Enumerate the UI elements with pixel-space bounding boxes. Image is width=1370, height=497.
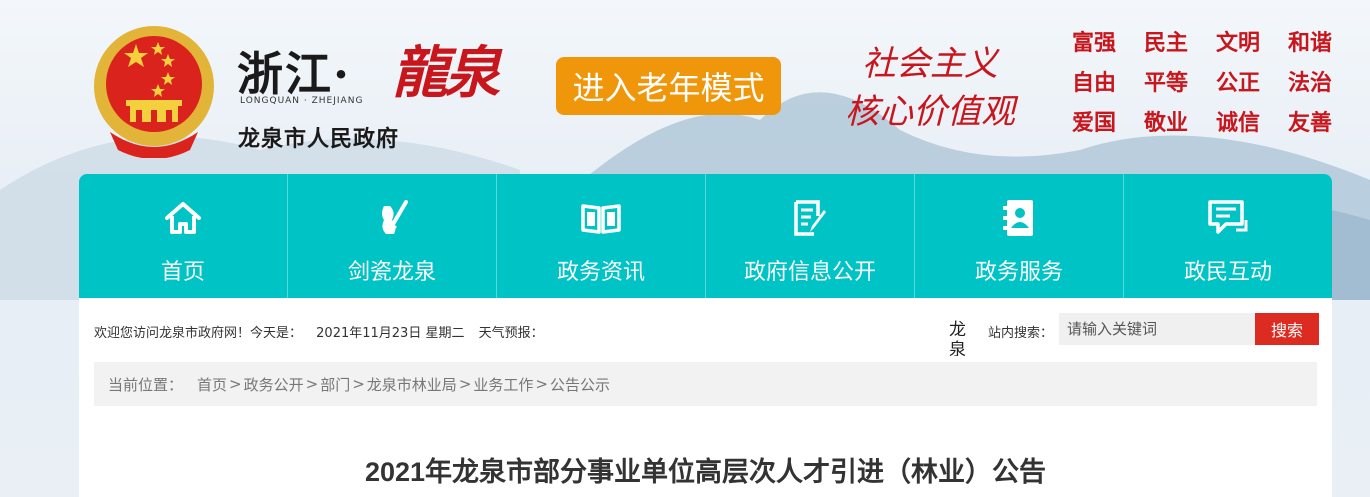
welcome-text: 欢迎您访问龙泉市政府网！今天是：: [94, 326, 303, 341]
slogan-line-2: 核心价值观: [845, 92, 1015, 132]
national-emblem-icon: [94, 26, 214, 158]
core-values-slogan: 社会主义 核心价值观: [835, 40, 1025, 136]
value-word: 自由: [1071, 71, 1116, 96]
breadcrumb-lead: 当前位置：: [108, 375, 184, 394]
nav-item-info-disclosure[interactable]: 政府信息公开: [706, 174, 915, 298]
current-date: 2021年11月23日 星期二: [316, 326, 465, 341]
value-word: 诚信: [1215, 111, 1260, 136]
breadcrumb-link-public[interactable]: 政务公开: [244, 374, 304, 395]
nav-item-sword-porcelain[interactable]: 剑瓷龙泉: [288, 174, 497, 298]
value-word: 公正: [1215, 71, 1260, 96]
value-word: 和谐: [1287, 31, 1332, 56]
breadcrumb-separator: >: [229, 375, 242, 393]
chat-icon: [1208, 200, 1248, 234]
home-icon: [165, 202, 201, 234]
value-word: 友善: [1287, 111, 1332, 136]
breadcrumb-link-notices[interactable]: 公告公示: [550, 374, 610, 395]
breadcrumb-link-department[interactable]: 部门: [320, 374, 350, 395]
value-word: 敬业: [1143, 111, 1188, 136]
nav-label: 首页: [160, 260, 205, 285]
breadcrumb-separator: >: [458, 375, 472, 393]
gov-name: 龙泉市人民政府: [238, 127, 400, 152]
nav-label: 政民互动: [1183, 260, 1272, 285]
breadcrumb-link-forestry[interactable]: 龙泉市林业局: [367, 374, 457, 395]
breadcrumb-separator: >: [535, 375, 548, 393]
breadcrumb: 当前位置： 首页 > 政务公开 > 部门 > 龙泉市林业局 > 业务工作 > 公…: [94, 362, 1317, 406]
breadcrumb-separator: >: [352, 375, 365, 393]
search-input[interactable]: [1059, 313, 1255, 345]
value-word: 民主: [1143, 31, 1188, 56]
nav-label: 剑瓷龙泉: [347, 260, 436, 285]
breadcrumb-link-home[interactable]: 首页: [197, 374, 227, 395]
document-edit-icon: [794, 200, 826, 236]
contact-card-icon: [1003, 200, 1033, 236]
content-area: 欢迎您访问龙泉市政府网！今天是： 2021年11月23日 星期二 天气预报： 龙…: [79, 298, 1332, 497]
brand-calligraphy: 龍泉: [392, 40, 500, 106]
search-label: 站内搜索：: [988, 326, 1054, 341]
nav-label: 政府信息公开: [743, 260, 876, 285]
breadcrumb-link-business[interactable]: 业务工作: [473, 374, 533, 395]
breadcrumb-separator: >: [305, 375, 319, 393]
slogan-line-1: 社会主义: [862, 44, 998, 84]
nav-item-interaction[interactable]: 政民互动: [1124, 174, 1332, 298]
nav-item-services[interactable]: 政务服务: [915, 174, 1124, 298]
core-values-grid: 富强 民主 文明 和谐 自由 平等 公正 法治 爱国 敬业 诚信 友善: [1058, 30, 1346, 138]
main-nav: 首页 剑瓷龙泉 政务资讯 政府信息公开 政务服务 政民互动: [79, 174, 1332, 298]
brand-title: 浙江·: [237, 47, 352, 101]
elder-mode-button[interactable]: 进入老年模式: [556, 57, 781, 115]
book-icon: [581, 204, 621, 234]
article-title: 2021年龙泉市部分事业单位高层次人才引进（林业）公告: [364, 457, 1047, 487]
weather-label: 天气预报：: [478, 326, 544, 341]
brand-english: LONGQUAN · ZHEJIANG: [240, 96, 364, 106]
value-word: 文明: [1215, 31, 1260, 56]
value-word: 平等: [1143, 71, 1188, 96]
sword-vase-icon: [382, 200, 408, 234]
nav-item-news[interactable]: 政务资讯: [497, 174, 706, 298]
value-word: 法治: [1287, 71, 1332, 96]
nav-item-home[interactable]: 首页: [79, 174, 288, 298]
weather-city: 龙泉: [949, 320, 966, 356]
value-word: 富强: [1071, 31, 1116, 56]
nav-label: 政务资讯: [556, 260, 645, 285]
value-word: 爱国: [1071, 111, 1116, 136]
welcome-bar: 欢迎您访问龙泉市政府网！今天是： 2021年11月23日 星期二 天气预报：: [94, 322, 554, 341]
nav-label: 政务服务: [974, 260, 1063, 285]
search-button[interactable]: 搜索: [1255, 313, 1319, 345]
